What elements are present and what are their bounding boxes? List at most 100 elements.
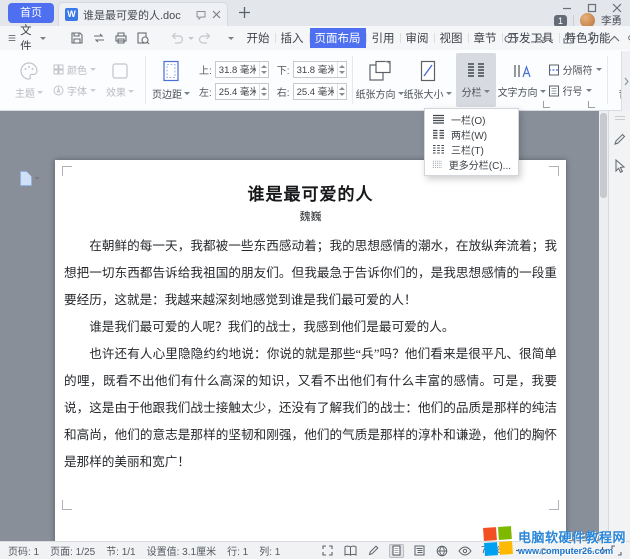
tab-section[interactable]: 章节 bbox=[469, 28, 502, 48]
tab-view[interactable]: 视图 bbox=[435, 28, 468, 48]
colors-button[interactable]: 颜色 bbox=[53, 62, 96, 77]
margin-left-label: 左: bbox=[199, 84, 212, 99]
chevron-right-icon bbox=[624, 77, 629, 86]
menu-item-more-columns[interactable]: 更多分栏(C)... bbox=[425, 157, 518, 172]
paragraph: 在朝鲜的每一天，我都被一些东西感动着；我的思想感情的潮水，在放纵奔流着；我想把一… bbox=[64, 233, 557, 314]
margin-top-label: 上: bbox=[199, 62, 212, 77]
line-numbers-button[interactable]: 行号 bbox=[548, 83, 602, 98]
margin-mark-icon bbox=[62, 166, 72, 176]
comment-icon[interactable] bbox=[195, 9, 207, 21]
share-user-icon[interactable] bbox=[534, 32, 547, 45]
redo-icon[interactable] bbox=[198, 32, 212, 44]
home-tab[interactable]: 首页 bbox=[8, 3, 54, 23]
fullscreen-icon[interactable] bbox=[320, 544, 335, 558]
status-column: 列: 1 bbox=[259, 543, 280, 558]
tab-page-layout[interactable]: 页面布局 bbox=[310, 28, 366, 48]
paper-orientation-button[interactable]: 纸张方向 bbox=[358, 53, 402, 107]
text-direction-icon bbox=[512, 62, 532, 80]
write-mode-icon[interactable] bbox=[366, 544, 381, 558]
stepper-icon[interactable] bbox=[259, 84, 267, 99]
margin-mark-icon bbox=[549, 500, 559, 510]
menu-item-two-columns[interactable]: 两栏(W) bbox=[425, 127, 518, 142]
stepper-icon[interactable] bbox=[337, 84, 345, 99]
font-circle-icon bbox=[53, 85, 64, 96]
menu-item-three-columns[interactable]: 三栏(T) bbox=[425, 142, 518, 157]
margin-mark-icon bbox=[62, 500, 72, 510]
print-preview-icon[interactable] bbox=[136, 31, 150, 45]
hamburger-icon bbox=[8, 33, 16, 43]
margins-button[interactable]: 页边距 bbox=[151, 53, 191, 107]
web-view-icon[interactable] bbox=[435, 544, 450, 558]
collapse-ribbon-icon[interactable] bbox=[609, 35, 620, 42]
status-page-number: 页码: 1 bbox=[8, 543, 39, 558]
tab-review[interactable]: 审阅 bbox=[401, 28, 434, 48]
margin-left-field[interactable] bbox=[215, 83, 269, 100]
save-icon[interactable] bbox=[70, 31, 84, 45]
wps-doc-icon: W bbox=[65, 8, 78, 21]
margin-right-label: 右: bbox=[277, 84, 290, 99]
eye-protect-icon[interactable] bbox=[458, 544, 473, 558]
margin-bottom-field[interactable] bbox=[293, 61, 347, 78]
margin-mark-icon bbox=[549, 166, 559, 176]
effects-box-icon bbox=[111, 62, 129, 80]
tab-references[interactable]: 引用 bbox=[367, 28, 400, 48]
close-window-icon[interactable] bbox=[612, 3, 622, 13]
print-icon[interactable] bbox=[114, 31, 128, 45]
notification-badge[interactable]: 1 bbox=[554, 15, 567, 27]
vertical-scrollbar[interactable] bbox=[599, 111, 608, 541]
theme-button[interactable]: 主题 bbox=[9, 53, 49, 107]
menu-item-one-column[interactable]: 一栏(O) bbox=[425, 112, 518, 127]
paper-group: 纸张方向 纸张大小 bbox=[355, 53, 453, 107]
stepper-icon[interactable] bbox=[337, 62, 345, 77]
tab-start[interactable]: 开始 bbox=[242, 28, 275, 48]
scrollbar-thumb[interactable] bbox=[600, 113, 607, 198]
window-controls bbox=[562, 3, 622, 13]
columns-button[interactable]: 分栏 bbox=[456, 53, 496, 107]
new-tab-icon[interactable] bbox=[238, 6, 251, 19]
select-cursor-icon[interactable] bbox=[614, 159, 626, 173]
paper-size-button[interactable]: 纸张大小 bbox=[406, 53, 450, 107]
minimize-icon[interactable] bbox=[562, 3, 572, 13]
stepper-icon[interactable] bbox=[259, 62, 267, 77]
more-kebab-icon[interactable] bbox=[590, 31, 594, 45]
margin-right-field[interactable] bbox=[293, 83, 347, 100]
edit-pen-icon[interactable] bbox=[613, 133, 626, 146]
status-page-count: 页面: 1/25 bbox=[50, 543, 95, 558]
book-view-icon[interactable] bbox=[343, 544, 358, 558]
upload-share-icon[interactable] bbox=[562, 32, 575, 45]
document-page[interactable]: 谁是最可爱的人 魏巍 在朝鲜的每一天，我都被一些东西感动着；我的思想感情的潮水，… bbox=[55, 160, 566, 541]
paragraph-doc-icon[interactable] bbox=[20, 171, 40, 186]
cloud-sync-icon[interactable] bbox=[504, 32, 519, 44]
close-tab-icon[interactable] bbox=[212, 10, 221, 19]
toolbar-more-caret-icon[interactable] bbox=[228, 37, 234, 40]
maximize-icon[interactable] bbox=[587, 3, 597, 13]
ribbon: 主题 颜色 字体 效果 页边距 上: 下: 左 bbox=[0, 50, 630, 111]
effects-button[interactable]: 效果 bbox=[100, 53, 140, 107]
document-title: 谁是最可爱的人 bbox=[55, 180, 566, 205]
columns-group: 分栏 文字方向 分隔符 行号 bbox=[453, 53, 605, 107]
fonts-button[interactable]: 字体 bbox=[53, 83, 96, 98]
breaks-button[interactable]: 分隔符 bbox=[548, 62, 602, 77]
document-body[interactable]: 在朝鲜的每一天，我都被一些东西感动着；我的思想感情的潮水，在放纵奔流着；我想把一… bbox=[64, 233, 557, 476]
outline-view-icon[interactable] bbox=[412, 544, 427, 558]
tab-insert[interactable]: 插入 bbox=[276, 28, 309, 48]
status-section: 节: 1/1 bbox=[106, 543, 135, 558]
page-view-icon[interactable] bbox=[389, 544, 404, 558]
breaks-icon bbox=[548, 64, 560, 76]
undo-caret-icon[interactable] bbox=[188, 37, 194, 40]
output-convert-icon[interactable] bbox=[92, 31, 106, 45]
paper-size-icon bbox=[419, 60, 437, 82]
undo-icon[interactable] bbox=[170, 32, 184, 44]
dialog-launcher-icon[interactable] bbox=[588, 101, 595, 108]
side-toolbar bbox=[608, 111, 630, 541]
ribbon-scroll-right[interactable] bbox=[621, 51, 630, 111]
text-direction-button[interactable]: 文字方向 bbox=[500, 53, 544, 107]
menubar: 文件 开始 插入 页面布局 引用 审阅 视图 章节 开发工具 特色功能 查找 bbox=[0, 26, 630, 50]
one-column-icon bbox=[432, 114, 445, 125]
line-numbers-icon bbox=[548, 85, 560, 97]
dialog-launcher-icon[interactable] bbox=[543, 101, 550, 108]
margin-top-field[interactable] bbox=[215, 61, 269, 78]
more-columns-icon bbox=[432, 159, 443, 170]
document-tab[interactable]: W 谁是最可爱的人.doc bbox=[58, 2, 228, 26]
color-grid-icon bbox=[53, 64, 64, 75]
